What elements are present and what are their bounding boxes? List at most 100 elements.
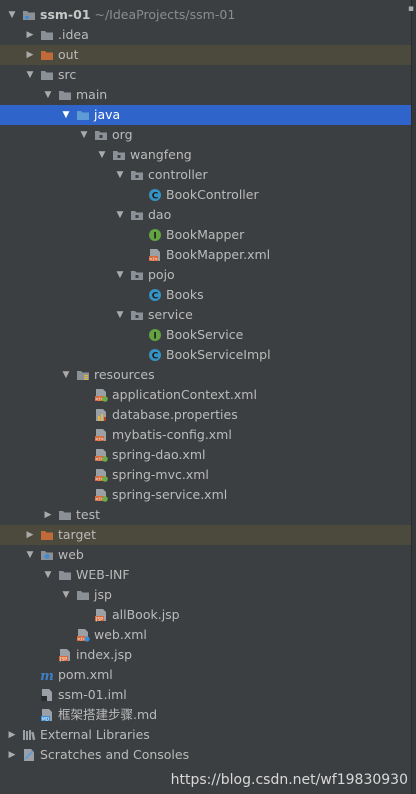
package-icon xyxy=(130,308,144,322)
chevron-right-icon[interactable]: ▶ xyxy=(24,45,36,65)
tree-item-bookservice[interactable]: I BookService xyxy=(0,325,416,345)
chevron-down-icon[interactable]: ▼ xyxy=(114,265,126,285)
tree-item-text: src xyxy=(58,67,77,82)
tree-item-database-properties[interactable]: database.properties xyxy=(0,405,416,425)
chevron-right-icon[interactable]: ▶ xyxy=(6,725,18,745)
svg-text:C: C xyxy=(152,192,159,202)
tree-item-pojo[interactable]: ▼ pojo xyxy=(0,265,416,285)
tree-item-external-libraries[interactable]: ▶ External Libraries xyxy=(0,725,416,745)
chevron-right-icon[interactable]: ▶ xyxy=(6,745,18,765)
tree-item-idea[interactable]: ▶ .idea xyxy=(0,25,416,45)
folder-icon xyxy=(40,28,54,42)
tree-item-label: wangfeng xyxy=(130,145,192,165)
tree-item-text: wangfeng xyxy=(130,147,192,162)
tree-item-src[interactable]: ▼ src xyxy=(0,65,416,85)
tree-item-target[interactable]: ▶ target xyxy=(0,525,416,545)
tree-item-text: WEB-INF xyxy=(76,567,130,582)
tree-item-bookmapper-xml[interactable]: </> BookMapper.xml xyxy=(0,245,416,265)
tree-item-org[interactable]: ▼ org xyxy=(0,125,416,145)
chevron-down-icon[interactable]: ▼ xyxy=(60,585,72,605)
svg-text:C: C xyxy=(152,352,159,362)
tree-item-label: pojo xyxy=(148,265,175,285)
chevron-right-icon[interactable]: ▶ xyxy=(24,525,36,545)
chevron-down-icon[interactable]: ▼ xyxy=(6,5,18,25)
tree-item-scratches-and-consoles[interactable]: ▶ Scratches and Consoles xyxy=(0,745,416,765)
tree-item-ssm-01[interactable]: ▼ ssm-01 ~/IdeaProjects/ssm-01 xyxy=(0,5,416,25)
chevron-down-icon[interactable]: ▼ xyxy=(24,65,36,85)
chevron-down-icon[interactable]: ▼ xyxy=(42,85,54,105)
markdown-file-icon: MD xyxy=(40,708,54,722)
chevron-down-icon[interactable]: ▼ xyxy=(60,365,72,385)
tree-item-bookcontroller[interactable]: C BookController xyxy=(0,185,416,205)
tree-item-web-xml[interactable]: </> web.xml xyxy=(0,625,416,645)
tree-item-text: org xyxy=(112,127,133,142)
chevron-down-icon[interactable]: ▼ xyxy=(60,105,72,125)
tree-item-label: jsp xyxy=(94,585,112,605)
tree-item-dao[interactable]: ▼ dao xyxy=(0,205,416,225)
tree-item-label: BookController xyxy=(166,185,259,205)
chevron-down-icon[interactable]: ▼ xyxy=(114,165,126,185)
tree-item-service[interactable]: ▼ service xyxy=(0,305,416,325)
tree-item-label: allBook.jsp xyxy=(112,605,180,625)
tree-item-index-jsp[interactable]: JSP index.jsp xyxy=(0,645,416,665)
tree-item-bookserviceimpl[interactable]: C BookServiceImpl xyxy=(0,345,416,365)
class-icon: C xyxy=(148,348,162,362)
tree-item-controller[interactable]: ▼ controller xyxy=(0,165,416,185)
tree-item-bookmapper[interactable]: I BookMapper xyxy=(0,225,416,245)
tree-item-md[interactable]: MD 框架搭建步骤.md xyxy=(0,705,416,725)
tree-item-label: External Libraries xyxy=(40,725,150,745)
package-icon xyxy=(112,148,126,162)
tree-item-spring-service-xml[interactable]: </> spring-service.xml xyxy=(0,485,416,505)
tree-item-out[interactable]: ▶ out xyxy=(0,45,416,65)
package-icon xyxy=(94,128,108,142)
tree-item-web-inf[interactable]: ▼ WEB-INF xyxy=(0,565,416,585)
package-icon xyxy=(130,168,144,182)
tree-item-spring-mvc-xml[interactable]: </> spring-mvc.xml xyxy=(0,465,416,485)
chevron-down-icon[interactable]: ▼ xyxy=(114,205,126,225)
tree-item-text: mybatis-config.xml xyxy=(112,427,232,442)
tree-item-test[interactable]: ▶ test xyxy=(0,505,416,525)
chevron-right-icon[interactable]: ▶ xyxy=(24,25,36,45)
tree-item-allbook-jsp[interactable]: JSP allBook.jsp xyxy=(0,605,416,625)
source-folder-icon xyxy=(76,108,90,122)
tree-item-web[interactable]: ▼ web xyxy=(0,545,416,565)
tree-item-resources[interactable]: ▼ resources xyxy=(0,365,416,385)
tree-item-main[interactable]: ▼ main xyxy=(0,85,416,105)
chevron-down-icon[interactable]: ▼ xyxy=(24,545,36,565)
tree-item-label: spring-service.xml xyxy=(112,485,227,505)
tree-item-mybatis-config-xml[interactable]: </> mybatis-config.xml xyxy=(0,425,416,445)
tree-item-label: spring-dao.xml xyxy=(112,445,205,465)
tree-item-label: resources xyxy=(94,365,155,385)
tree-item-label: test xyxy=(76,505,100,525)
tree-item-text: spring-dao.xml xyxy=(112,447,206,462)
tree-item-applicationcontext-xml[interactable]: </> applicationContext.xml xyxy=(0,385,416,405)
chevron-down-icon[interactable]: ▼ xyxy=(42,565,54,585)
tree-item-text: BookService xyxy=(166,327,244,342)
svg-text:I: I xyxy=(153,332,156,342)
tree-item-spring-dao-xml[interactable]: </> spring-dao.xml xyxy=(0,445,416,465)
tree-item-wangfeng[interactable]: ▼ wangfeng xyxy=(0,145,416,165)
class-icon: C xyxy=(148,188,162,202)
tree-item-text: BookMapper xyxy=(166,227,245,242)
xml-file-icon: </> xyxy=(148,248,162,262)
tree-item-pom-xml[interactable]: m pom.xml xyxy=(0,665,416,685)
tree-item-label: index.jsp xyxy=(76,645,132,665)
web-folder-icon xyxy=(40,548,54,562)
chevron-right-icon[interactable]: ▶ xyxy=(42,505,54,525)
scratches-icon xyxy=(22,748,36,762)
tree-item-text: controller xyxy=(148,167,208,182)
tree-item-books[interactable]: C Books xyxy=(0,285,416,305)
tree-item-text: index.jsp xyxy=(76,647,133,662)
tree-item-label: main xyxy=(76,85,107,105)
svg-text:JSP: JSP xyxy=(95,616,103,622)
scrollbar[interactable]: ▪ xyxy=(408,0,416,794)
chevron-down-icon[interactable]: ▼ xyxy=(78,125,90,145)
tree-item-ssm-01-iml[interactable]: ssm-01.iml xyxy=(0,685,416,705)
tree-item-label: pom.xml xyxy=(58,665,113,685)
chevron-down-icon[interactable]: ▼ xyxy=(96,145,108,165)
tree-item-jsp[interactable]: ▼ jsp xyxy=(0,585,416,605)
tree-item-label: java xyxy=(94,105,120,125)
tree-item-java[interactable]: ▼ java xyxy=(0,105,416,125)
chevron-down-icon[interactable]: ▼ xyxy=(114,305,126,325)
tree-item-text: java xyxy=(94,107,121,122)
